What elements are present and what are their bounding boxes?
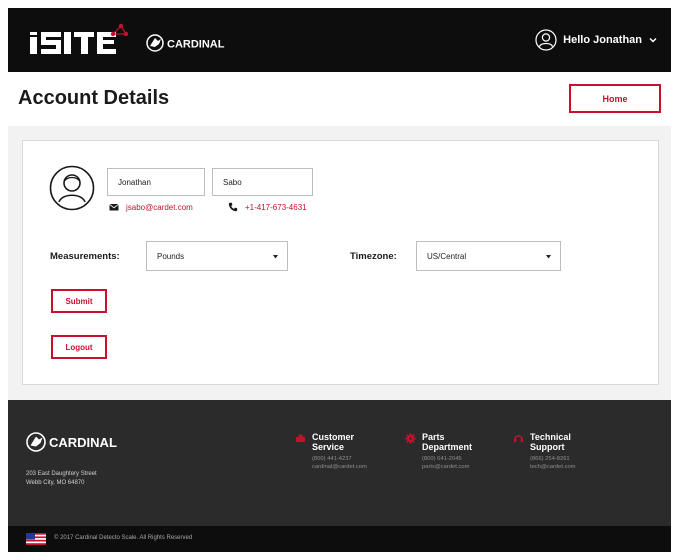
user-avatar-icon: [49, 165, 95, 211]
user-circle-icon: [535, 29, 557, 51]
footer-email[interactable]: parts@cardet.com: [422, 463, 505, 471]
footer-heading: Department: [422, 442, 473, 452]
footer-heading: Customer: [312, 432, 355, 442]
first-name-field[interactable]: [107, 168, 205, 196]
footer: CARDINAL 203 East Daughtery Street Webb …: [8, 400, 671, 526]
copyright-text: © 2017 Cardinal Detecto Scale. All Right…: [54, 535, 193, 541]
footer-email[interactable]: cardinal@cardet.com: [312, 463, 395, 471]
timezone-value: US/Central: [427, 251, 467, 261]
submit-button[interactable]: Submit: [51, 289, 107, 313]
caret-down-icon: [273, 255, 278, 259]
footer-phone[interactable]: (800) 641-2045: [422, 455, 505, 463]
company-address: 203 East Daughtery Street Webb City, MO …: [26, 470, 97, 488]
phone-link[interactable]: +1-417-673-4631: [245, 203, 307, 212]
measurements-select[interactable]: Pounds: [146, 241, 288, 271]
footer-phone[interactable]: (866) 254-8261: [530, 455, 613, 463]
timezone-label: Timezone:: [350, 251, 397, 262]
caret-down-icon: [546, 255, 551, 259]
user-menu[interactable]: Hello Jonathan: [535, 26, 657, 54]
last-name-field[interactable]: [212, 168, 313, 196]
email-contact: jsabo@cardet.com: [109, 202, 193, 212]
parts-department-column: Parts Department (800) 641-2045 parts@ca…: [405, 432, 505, 471]
truck-icon: [296, 434, 305, 442]
footer-email[interactable]: tech@cardet.com: [530, 463, 613, 471]
footer-heading: Service: [312, 442, 345, 452]
isite-logo[interactable]: [28, 22, 128, 58]
headset-icon: [514, 435, 523, 442]
phone-icon: [228, 202, 238, 212]
measurements-label: Measurements:: [50, 251, 120, 262]
us-flag-icon: [26, 533, 46, 545]
page-header: Account Details Home: [8, 72, 671, 126]
timezone-select[interactable]: US/Central: [416, 241, 561, 271]
phone-contact: +1-417-673-4631: [228, 202, 307, 212]
home-button[interactable]: Home: [569, 84, 661, 113]
footer-heading: Technical: [530, 432, 571, 442]
gear-icon: [405, 433, 416, 444]
page-title: Account Details: [18, 87, 170, 109]
logout-button[interactable]: Logout: [51, 335, 107, 359]
customer-service-column: Customer Service (800) 441-4237 cardinal…: [295, 432, 395, 471]
chevron-down-icon[interactable]: [649, 36, 657, 44]
envelope-icon: [109, 203, 119, 211]
user-greeting[interactable]: Hello Jonathan: [563, 34, 642, 46]
cardinal-footer-logo[interactable]: CARDINAL: [26, 430, 126, 454]
cardinal-footer-logo-text: CARDINAL: [49, 435, 117, 450]
address-line: Webb City, MO 64870: [26, 480, 85, 486]
cardinal-logo[interactable]: CARDINAL: [146, 32, 240, 54]
address-line: 203 East Daughtery Street: [26, 471, 97, 477]
footer-phone[interactable]: (800) 441-4237: [312, 455, 395, 463]
footer-heading: Parts: [422, 432, 445, 442]
cardinal-logo-text: CARDINAL: [167, 39, 225, 51]
account-form-card: jsabo@cardet.com +1-417-673-4631 Measure…: [22, 140, 659, 385]
technical-support-column: Technical Support (866) 254-8261 tech@ca…: [513, 432, 613, 471]
page: CARDINAL Hello Jonathan Account Details …: [8, 8, 671, 552]
top-navigation-bar: CARDINAL Hello Jonathan: [8, 8, 671, 72]
copyright-bar: © 2017 Cardinal Detecto Scale. All Right…: [8, 526, 671, 552]
footer-heading: Support: [530, 442, 565, 452]
measurements-value: Pounds: [157, 251, 185, 261]
email-link[interactable]: jsabo@cardet.com: [126, 203, 193, 212]
